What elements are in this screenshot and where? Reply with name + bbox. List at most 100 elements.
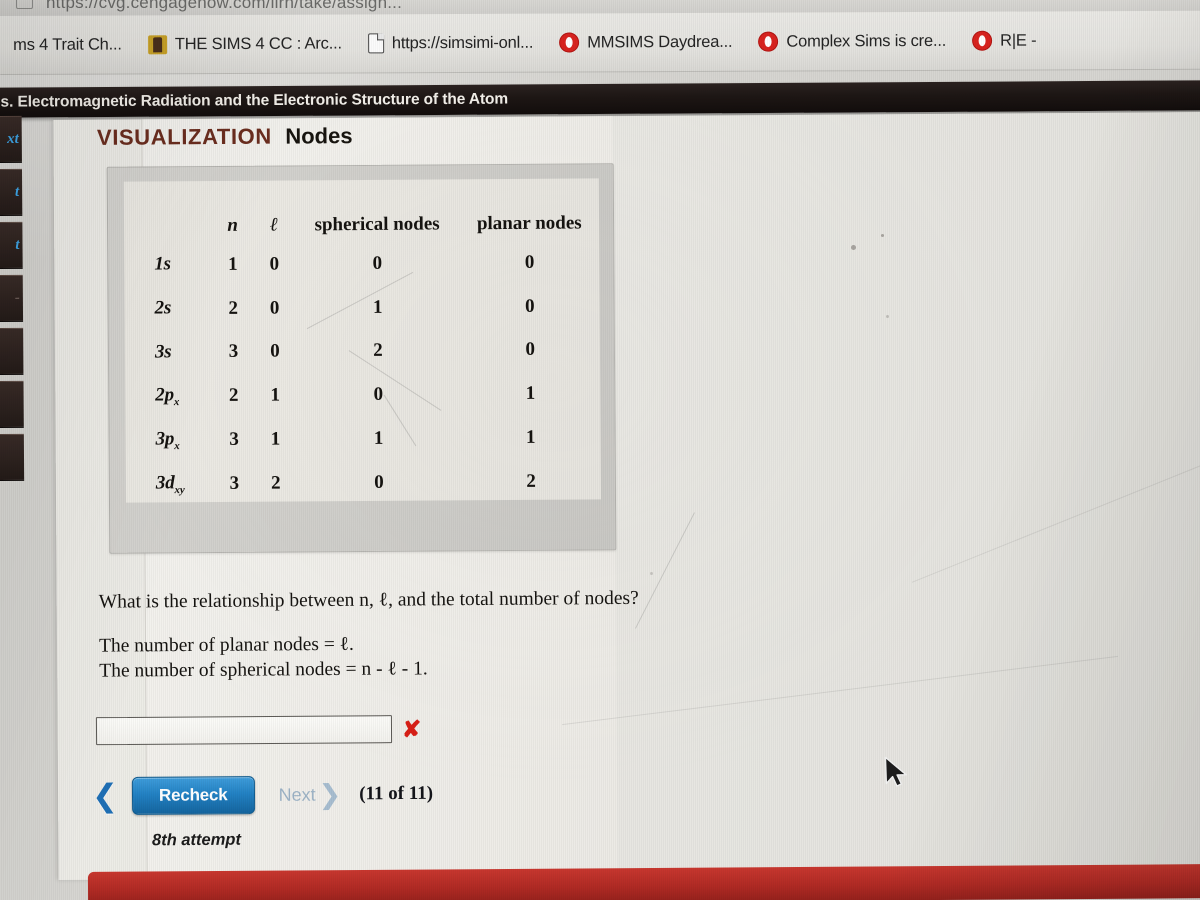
question-prompt: What is the relationship between n, ℓ, a… [98,587,639,613]
screen-photo: https://cvg.cengagenow.com/ilrn/take/ass… [0,0,1200,900]
sidebar-item[interactable]: t [0,168,23,217]
url-text: https://cvg.cengagenow.com/ilrn/take/ass… [46,0,402,12]
nodes-table-panel: n ℓ spherical nodes planar nodes 1s 1 0 … [106,163,617,554]
nodes-table-inner: n ℓ spherical nodes planar nodes 1s 1 0 … [123,178,601,503]
incorrect-mark-icon: ✘ [401,715,422,742]
answer-input[interactable] [95,715,393,746]
cell-orbital: 3px [155,428,180,453]
cell-orbital: 2px [155,384,180,409]
cell-l: 0 [270,341,280,363]
cell-orbital: 3s [154,340,172,363]
opera-favicon-icon [758,31,779,52]
table-row: 1s 1 0 0 0 [124,240,599,287]
sidebar-item[interactable]: t [0,221,23,270]
col-orbital [124,181,212,244]
cell-n: 3 [229,472,240,494]
cell-l: 2 [270,472,281,494]
cell-spherical: 0 [372,252,383,274]
bookmark-label: MMSIMS Daydrea... [587,32,733,51]
cell-orbital: 3dxy [155,472,185,497]
table-row: 2px 2 1 0 1 [125,372,600,419]
col-n: n [227,214,238,236]
visualization-kicker: VISUALIZATION [96,123,272,150]
table-row: 3s 3 0 2 0 [125,328,600,375]
cell-n: 1 [228,253,238,275]
cell-spherical: 2 [373,340,383,362]
tab-icon [16,0,33,9]
cell-orbital: 2s [154,297,172,319]
question-answer-lines: The number of planar nodes = ℓ. The numb… [99,630,569,683]
table-header: n ℓ spherical nodes planar nodes [124,178,599,243]
answer-line-spherical: The number of spherical nodes = n - ℓ - … [99,658,428,682]
sidebar-item[interactable] [0,380,24,429]
bookmark-item[interactable]: ms 4 Trait Ch... [0,24,135,65]
opera-favicon-icon [972,30,993,51]
sidebar-item[interactable] [0,433,25,482]
bookmark-label: Complex Sims is cre... [786,31,947,51]
cell-n: 3 [228,341,239,363]
cell-spherical: 1 [373,427,384,449]
cell-planar: 0 [524,251,535,273]
next-label: Next [278,784,316,805]
table-row: 3px 3 1 1 1 [125,416,600,463]
cell-orbital: 1s [154,253,171,275]
cell-l: 1 [270,384,281,406]
next-button[interactable]: Next ❯ [278,778,342,811]
navigation-row: ❮ Recheck Next ❯ (11 of 11) [92,775,433,815]
bookmark-item[interactable]: Complex Sims is cre... [745,21,959,62]
bookmark-item[interactable]: THE SIMS 4 CC : Arc... [135,23,355,64]
cell-spherical: 1 [372,296,383,318]
answer-line-planar: The number of planar nodes = ℓ. [98,633,354,657]
opera-favicon-icon [559,32,580,53]
sidebar-item-label: - [14,289,20,306]
col-spherical-nodes: spherical nodes [314,213,440,236]
course-header-title: es. Electromagnetic Radiation and the El… [0,90,509,111]
sidebar-item[interactable]: xt [0,115,22,164]
cell-l: 0 [269,253,280,275]
cell-planar: 1 [525,426,536,448]
cell-planar: 0 [525,339,535,361]
bookmark-item[interactable]: R|E - [959,20,1049,60]
cell-l: 1 [270,428,281,450]
sidebar-item-label: t [14,183,20,200]
left-sidebar[interactable]: xt t t - [0,115,26,796]
bookmark-label: R|E - [1000,30,1037,50]
sidebar-item[interactable]: - [0,274,24,323]
question-block: What is the relationship between n, ℓ, a… [98,587,639,683]
answer-row: ✘ [95,713,436,747]
table-row: 3dxy 3 2 0 2 [126,459,601,506]
bookmark-label: THE SIMS 4 CC : Arc... [174,34,342,53]
cell-n: 2 [228,385,239,407]
cell-spherical: 0 [373,384,384,406]
bookmark-item[interactable]: MMSIMS Daydrea... [546,22,745,63]
cell-n: 3 [229,428,239,451]
chevron-right-icon: ❯ [318,778,342,811]
attempt-label: 8th attempt [151,830,241,850]
cell-n: 2 [228,297,238,319]
sidebar-item-label: xt [7,130,19,147]
cell-planar: 0 [525,295,535,317]
col-l: ℓ [269,214,279,236]
cell-l: 0 [269,297,280,319]
recheck-button[interactable]: Recheck [131,776,255,815]
question-counter: (11 of 11) [359,782,434,805]
bookmarks-bar[interactable]: ms 4 Trait Ch... THE SIMS 4 CC : Arc... … [0,10,1200,75]
course-header-bar: es. Electromagnetic Radiation and the El… [0,80,1200,118]
bookmark-item[interactable]: https://simsimi-onl... [355,23,547,64]
sims-favicon-icon [147,34,167,54]
chevron-left-icon[interactable]: ❮ [92,778,118,814]
bookmark-label: https://simsimi-onl... [391,33,534,52]
cell-spherical: 0 [374,471,384,493]
col-planar-nodes: planar nodes [476,212,582,235]
table-body: 1s 1 0 0 0 2s 2 0 1 0 3s 3 0 2 0 2px 2 1… [124,240,601,506]
visualization-title: Nodes [285,123,353,149]
sidebar-item[interactable] [0,327,24,376]
cell-planar: 1 [525,383,536,405]
sidebar-item-label: t [15,236,20,253]
cell-planar: 2 [526,470,536,492]
table-row: 2s 2 0 1 0 [124,284,599,331]
bookmark-label: ms 4 Trait Ch... [13,34,122,54]
nodes-table: n ℓ spherical nodes planar nodes 1s 1 0 … [124,178,601,506]
document-favicon-icon [367,33,384,54]
page-title: VISUALIZATION Nodes [97,123,353,151]
